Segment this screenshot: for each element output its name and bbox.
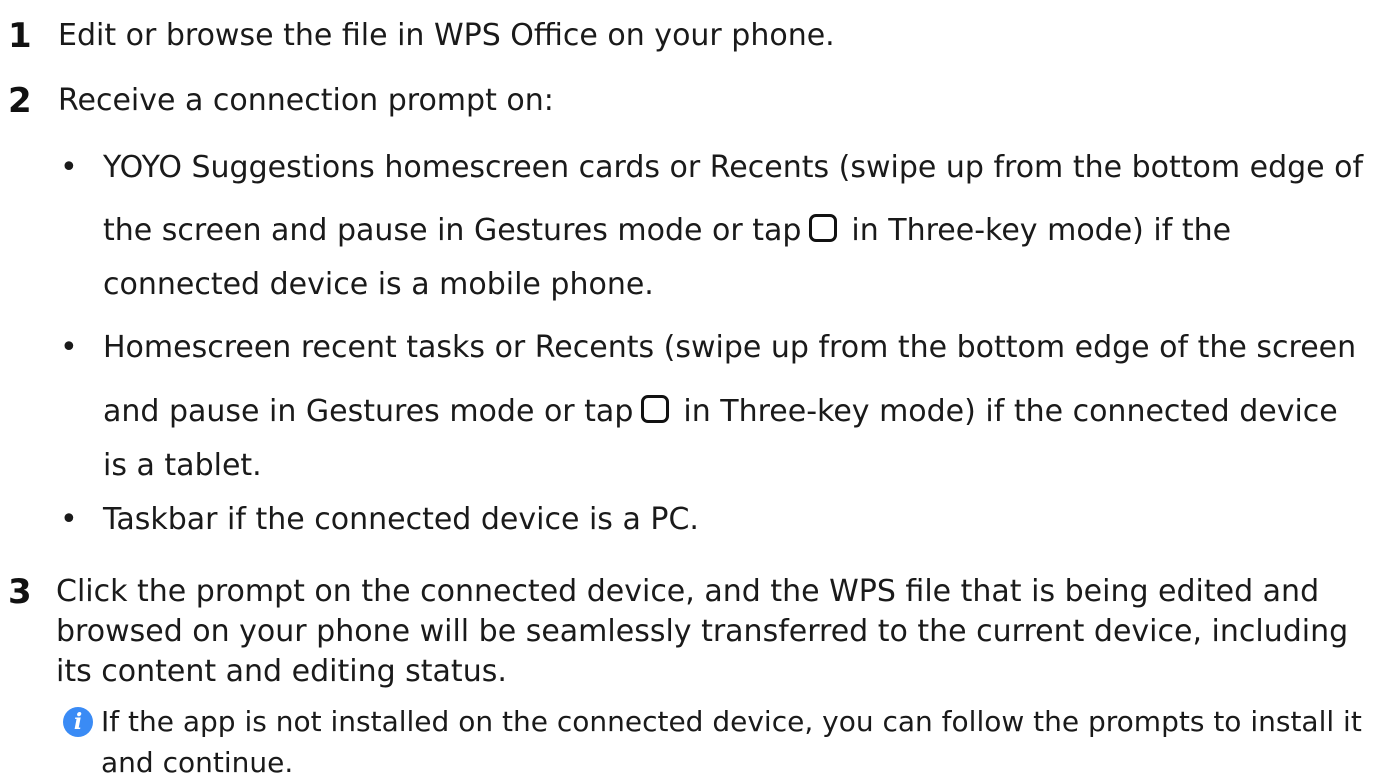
bullet-3-line-1: Taskbar if the connected device is a PC. xyxy=(103,502,699,537)
step-2-text: Receive a connection prompt on: xyxy=(58,83,554,118)
bullet-2-line-2-before: and pause in Gestures mode or tap xyxy=(103,394,634,429)
recents-square-icon xyxy=(641,395,670,423)
step-3-line-2: browsed on your phone will be seamlessly… xyxy=(56,614,1349,649)
step-3-line-3: its content and editing status. xyxy=(56,654,507,689)
bullet-1-line-1: YOYO Suggestions homescreen cards or Rec… xyxy=(103,150,1364,185)
step-number-1: 1 xyxy=(8,16,32,56)
bullet-marker: • xyxy=(60,502,78,537)
bullet-marker: • xyxy=(60,330,78,365)
note-line-1: If the app is not installed on the conne… xyxy=(101,705,1362,738)
step-3-line-1: Click the prompt on the connected device… xyxy=(56,574,1320,609)
step-number-3: 3 xyxy=(8,572,32,612)
bullet-1-line-2-before: the screen and pause in Gestures mode or… xyxy=(103,213,802,248)
bullet-2-line-3: is a tablet. xyxy=(103,448,262,483)
info-icon: i xyxy=(63,707,93,737)
bullet-1-line-2-after: in Three-key mode) if the xyxy=(851,213,1232,248)
bullet-2-line-1: Homescreen recent tasks or Recents (swip… xyxy=(103,330,1357,365)
recents-square-icon xyxy=(809,214,838,242)
bullet-2-line-2: and pause in Gestures mode or tap in Thre… xyxy=(103,392,1338,432)
bullet-2-line-2-after: in Three-key mode) if the connected devi… xyxy=(683,394,1338,429)
bullet-1-line-3: connected device is a mobile phone. xyxy=(103,267,654,302)
bullet-1-line-2: the screen and pause in Gestures mode or… xyxy=(103,211,1231,251)
step-1-text: Edit or browse the file in WPS Office on… xyxy=(58,18,835,53)
bullet-marker: • xyxy=(60,150,78,185)
note-line-2: and continue. xyxy=(101,746,294,779)
step-number-2: 2 xyxy=(8,81,32,121)
